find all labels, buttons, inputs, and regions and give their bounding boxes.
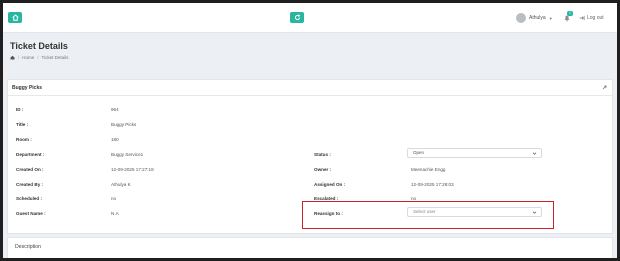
refresh-button[interactable] [290,12,304,23]
reassign-user-select[interactable]: Select user [407,207,542,217]
logout-link[interactable]: Log out [579,15,604,21]
breadcrumb-current: Ticket Details [41,55,69,60]
app-window: Athulya ▼ 1 Log out Ticket Details / Hom… [3,3,617,258]
home-icon [11,14,19,21]
user-menu[interactable]: Athulya ▼ [516,13,553,23]
chevron-down-icon: ▼ [548,15,553,21]
department-label: Department : [16,152,45,157]
description-panel: Description [7,237,613,258]
created-on-value: 12-09-2025 17:27:18 [111,167,154,172]
breadcrumb-home[interactable]: Home [22,55,34,60]
logout-label: Log out [587,15,604,21]
reassign-placeholder: Select user [413,209,436,214]
breadcrumb-separator: / [37,55,39,60]
breadcrumb: / Home / Ticket Details [10,55,68,60]
scheduled-label: Scheduled : [16,196,43,201]
created-by-label: Created By : [16,182,44,187]
owner-label: Owner : [314,167,332,172]
logout-icon [579,15,585,21]
status-value: Open [413,150,425,155]
scheduled-value: no [111,196,117,201]
top-navbar: Athulya ▼ 1 Log out [3,3,617,33]
title-label: Title : [16,122,29,127]
room-value: 180 [111,137,119,142]
department-value: Buggy Service1 [111,152,144,157]
assigned-on-value: 12-09-2025 17:28:03 [411,182,454,187]
description-title: Description [15,244,41,250]
panel-header: Buggy Picks [8,80,612,96]
chevron-down-icon [532,211,537,214]
room-label: Room : [16,137,32,142]
home-button[interactable] [8,12,22,23]
home-icon [10,55,15,60]
title-value: Buggy Picks [111,122,137,127]
guest-name-value: N.A [111,211,119,216]
refresh-icon [294,14,300,21]
user-name: Athulya [529,15,546,21]
panel-title: Buggy Picks [12,85,43,91]
created-by-value: Athulya K [111,182,131,187]
created-on-label: Created On : [16,167,44,172]
id-label: ID : [16,107,24,112]
assigned-on-label: Assigned On : [314,182,346,187]
page-title: Ticket Details [10,41,68,51]
chevron-down-icon [532,152,537,155]
id-value: 964 [111,107,119,112]
guest-name-label: Guest Name : [16,211,46,216]
reassign-label: Reassign to : [314,211,343,216]
expand-icon[interactable] [602,85,607,90]
avatar [516,13,526,23]
status-select[interactable]: Open [407,148,542,158]
notification-badge: 1 [567,11,573,16]
breadcrumb-separator: / [18,55,20,60]
status-label: Status : [314,152,331,157]
owner-value: Meenachie Engg [411,167,446,172]
